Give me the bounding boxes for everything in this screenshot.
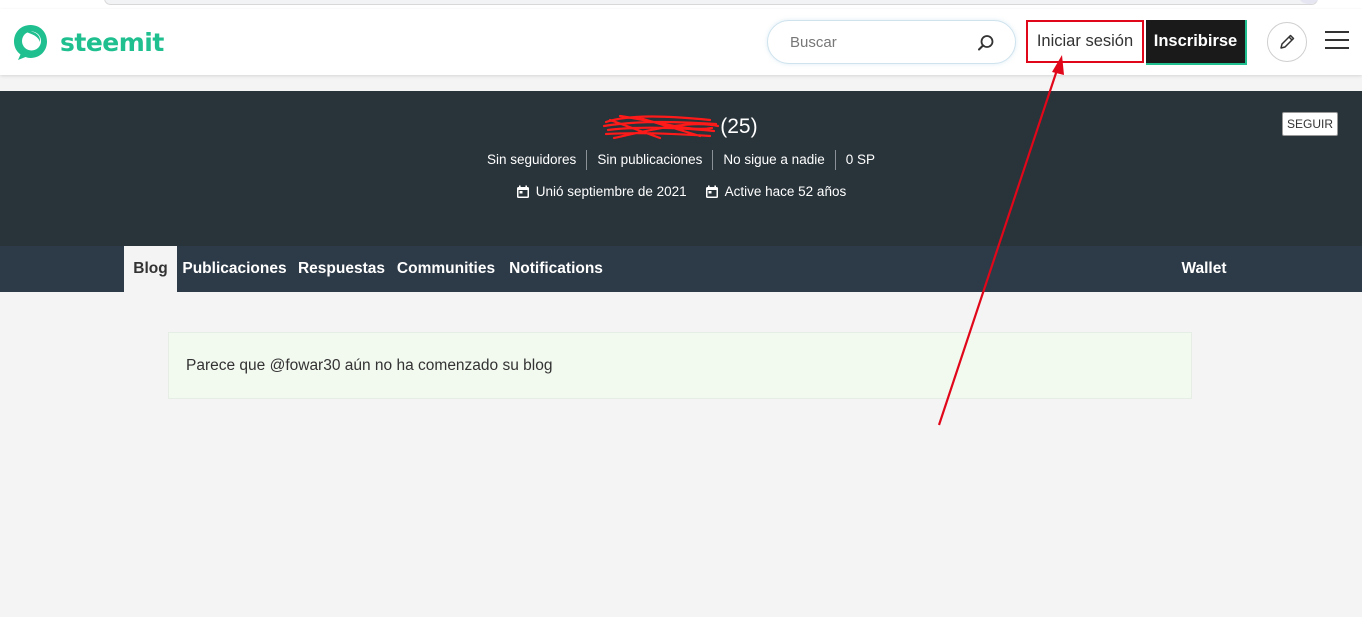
- followers-stat[interactable]: Sin seguidores: [477, 150, 588, 170]
- following-stat[interactable]: No sigue a nadie: [713, 150, 836, 170]
- write-post-button[interactable]: [1267, 22, 1307, 62]
- login-button[interactable]: Iniciar sesión: [1028, 20, 1142, 62]
- posts-stat: Sin publicaciones: [587, 150, 714, 170]
- site-header: steemit Iniciar sesión Inscribirse: [0, 9, 1362, 75]
- tab-communities[interactable]: Communities: [395, 246, 497, 292]
- joined-text: Unió septiembre de 2021: [535, 184, 687, 199]
- tab-respuestas[interactable]: Respuestas: [297, 246, 386, 292]
- logo-text: steemit: [60, 27, 164, 57]
- tab-notifications[interactable]: Notifications: [506, 246, 606, 292]
- profile-username-redacted: [603, 114, 720, 140]
- empty-blog-notice: Parece que @fowar30 aún no ha comenzado …: [168, 332, 1192, 399]
- profile-name-row: (25): [0, 114, 1362, 140]
- steemit-logo[interactable]: steemit: [12, 23, 164, 61]
- search-icon[interactable]: [976, 33, 996, 53]
- profile-tabs: Blog Publicaciones Respuestas Communitie…: [0, 246, 1362, 292]
- reputation-score: (25): [720, 115, 758, 138]
- active-date: Active hace 52 años: [705, 184, 847, 199]
- calendar-icon: [705, 185, 718, 198]
- joined-date: Unió septiembre de 2021: [516, 184, 687, 199]
- search-input[interactable]: [790, 31, 970, 53]
- steem-power-stat: 0 SP: [845, 152, 875, 167]
- follow-button[interactable]: SEGUIR: [1282, 112, 1338, 136]
- tab-wallet[interactable]: Wallet: [1174, 246, 1234, 292]
- signup-button[interactable]: Inscribirse: [1146, 20, 1247, 65]
- tab-blog[interactable]: Blog: [124, 246, 177, 292]
- browser-toolbar: [0, 0, 1362, 9]
- hamburger-menu-icon[interactable]: [1325, 31, 1349, 51]
- profile-stats: Sin seguidores Sin publicaciones No sigu…: [0, 150, 1362, 170]
- browser-address-bar[interactable]: [104, 0, 1318, 5]
- search-box: [767, 20, 1016, 64]
- pencil-icon: [1280, 34, 1295, 49]
- active-text: Active hace 52 años: [724, 184, 847, 199]
- red-scribble-redaction: [603, 114, 720, 140]
- profile-meta: Unió septiembre de 2021 Active hace 52 a…: [0, 184, 1362, 199]
- calendar-icon: [516, 185, 529, 198]
- tab-publicaciones[interactable]: Publicaciones: [181, 246, 288, 292]
- profile-banner: (25) SEGUIR Sin seguidores Sin publicaci…: [0, 91, 1362, 246]
- steemit-logo-icon: [14, 25, 47, 60]
